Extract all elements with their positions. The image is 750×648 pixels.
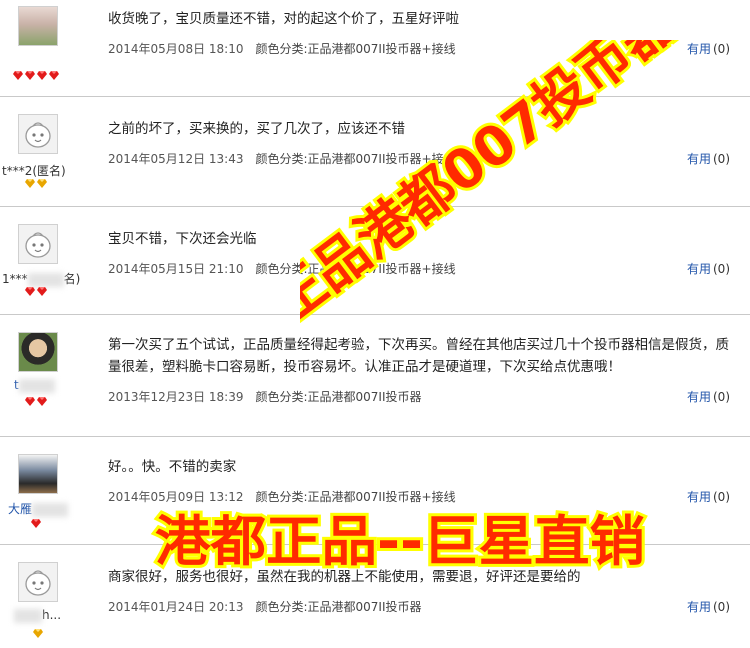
avatar[interactable] (18, 562, 58, 602)
review-content: 好。。快。不错的卖家 (108, 459, 237, 475)
useful-label[interactable]: 有用 (687, 262, 711, 276)
useful-count: (0) (713, 152, 730, 166)
nickname-suffix: 名) (63, 272, 81, 286)
review-sku: 颜色分类:正品港都007II投币器+接线 (255, 42, 456, 56)
useful-button[interactable]: 有用 (0) (687, 40, 730, 57)
review-sku: 颜色分类:正品港都007II投币器+接线 (255, 262, 456, 276)
review-date: 2014年05月15日 21:10 (108, 262, 244, 276)
default-avatar-icon (25, 570, 51, 596)
red-diamond-icon (37, 397, 47, 406)
red-diamond-icon (25, 397, 35, 406)
review-content: 商家很好，服务也很好，虽然在我的机器上不能使用，需要退，好评还是要给的 (108, 569, 581, 585)
gold-diamond-icon (37, 179, 47, 188)
nickname-suffix: h... (42, 608, 62, 622)
useful-count: (0) (713, 600, 730, 614)
nickname-blur (18, 378, 55, 393)
nickname-prefix: 大雁 (8, 502, 33, 516)
buyer-rank-badges (12, 70, 60, 81)
red-diamond-icon (37, 71, 47, 80)
review-meta: 2013年12月23日 18:39 颜色分类:正品港都007II投币器 (108, 388, 422, 405)
review-meta: 2014年05月15日 21:10 颜色分类:正品港都007II投币器+接线 (108, 260, 456, 277)
nickname-prefix: 1*** (2, 272, 28, 286)
useful-button[interactable]: 有用 (0) (687, 150, 730, 167)
useful-count: (0) (713, 490, 730, 504)
review-date: 2014年05月12日 13:43 (108, 152, 244, 166)
gold-diamond-icon (25, 179, 35, 188)
useful-label[interactable]: 有用 (687, 390, 711, 404)
red-diamond-icon (31, 519, 41, 528)
nickname-blur (14, 608, 42, 623)
red-diamond-icon (25, 71, 35, 80)
buyer-nickname[interactable]: 大雁 (8, 500, 69, 517)
buyer-nickname[interactable]: h... (14, 608, 61, 623)
buyer-rank-badges (24, 286, 48, 297)
avatar[interactable] (18, 224, 58, 264)
gold-diamond-icon (33, 629, 43, 638)
nickname-blur (32, 502, 69, 517)
useful-label[interactable]: 有用 (687, 600, 711, 614)
review-meta: 2014年05月09日 13:12 颜色分类:正品港都007II投币器+接线 (108, 488, 456, 505)
review-content: 收货晚了，宝贝质量还不错，对的起这个价了，五星好评啦 (108, 11, 459, 27)
review-item: 大雁 好。。快。不错的卖家 2014年05月09日 13:12 颜色分类:正品港都… (0, 436, 750, 545)
review-item: 收货晚了，宝贝质量还不错，对的起这个价了，五星好评啦 2014年05月08日 1… (0, 0, 750, 97)
review-list: 收货晚了，宝贝质量还不错，对的起这个价了，五星好评啦 2014年05月08日 1… (0, 0, 750, 648)
avatar[interactable] (18, 454, 58, 494)
useful-button[interactable]: 有用 (0) (687, 488, 730, 505)
useful-count: (0) (713, 42, 730, 56)
default-avatar-icon (25, 232, 51, 258)
avatar[interactable] (18, 114, 58, 154)
useful-button[interactable]: 有用 (0) (687, 260, 730, 277)
default-avatar-icon (25, 122, 51, 148)
buyer-rank-badges (32, 628, 44, 639)
useful-label[interactable]: 有用 (687, 152, 711, 166)
review-date: 2014年01月24日 20:13 (108, 600, 244, 614)
review-item: t 第一次买了五个试试，正品质量经得起考验，下次再买。曾经在其他店买过几十个投币… (0, 314, 750, 437)
avatar[interactable] (18, 332, 58, 372)
review-sku: 颜色分类:正品港都007II投币器+接线 (255, 152, 456, 166)
review-sku: 颜色分类:正品港都007II投币器 (255, 390, 422, 404)
buyer-rank-badges (30, 518, 42, 529)
review-date: 2014年05月08日 18:10 (108, 42, 244, 56)
buyer-rank-badges (24, 178, 48, 189)
review-content: 之前的坏了，买来换的，买了几次了，应该还不错 (108, 121, 405, 137)
review-content: 宝贝不错，下次还会光临 (108, 231, 257, 247)
review-sku: 颜色分类:正品港都007II投币器+接线 (255, 490, 456, 504)
review-sku: 颜色分类:正品港都007II投币器 (255, 600, 422, 614)
review-meta: 2014年05月08日 18:10 颜色分类:正品港都007II投币器+接线 (108, 40, 456, 57)
review-item: h... 商家很好，服务也很好，虽然在我的机器上不能使用，需要退，好评还是要给的… (0, 544, 750, 648)
review-meta: 2014年05月12日 13:43 颜色分类:正品港都007II投币器+接线 (108, 150, 456, 167)
useful-button[interactable]: 有用 (0) (687, 388, 730, 405)
review-meta: 2014年01月24日 20:13 颜色分类:正品港都007II投币器 (108, 598, 422, 615)
red-diamond-icon (25, 287, 35, 296)
buyer-nickname[interactable]: t***2(匿名) (2, 162, 66, 179)
nickname-blur (27, 272, 64, 287)
red-diamond-icon (13, 71, 23, 80)
buyer-nickname[interactable]: 1*** 名) (2, 270, 80, 287)
review-date: 2014年05月09日 13:12 (108, 490, 244, 504)
review-item: t***2(匿名) 之前的坏了，买来换的，买了几次了，应该还不错 2014年05… (0, 96, 750, 207)
useful-count: (0) (713, 390, 730, 404)
avatar[interactable] (18, 6, 58, 46)
review-item: 1*** 名) 宝贝不错，下次还会光临 2014年05月15日 21:10 颜色分类… (0, 206, 750, 315)
red-diamond-icon (37, 287, 47, 296)
useful-button[interactable]: 有用 (0) (687, 598, 730, 615)
useful-label[interactable]: 有用 (687, 490, 711, 504)
review-date: 2013年12月23日 18:39 (108, 390, 244, 404)
useful-count: (0) (713, 262, 730, 276)
buyer-nickname[interactable]: t (14, 378, 55, 393)
review-content: 第一次买了五个试试，正品质量经得起考验，下次再买。曾经在其他店买过几十个投币器相… (108, 337, 729, 375)
useful-label[interactable]: 有用 (687, 42, 711, 56)
red-diamond-icon (49, 71, 59, 80)
buyer-rank-badges (24, 396, 48, 407)
